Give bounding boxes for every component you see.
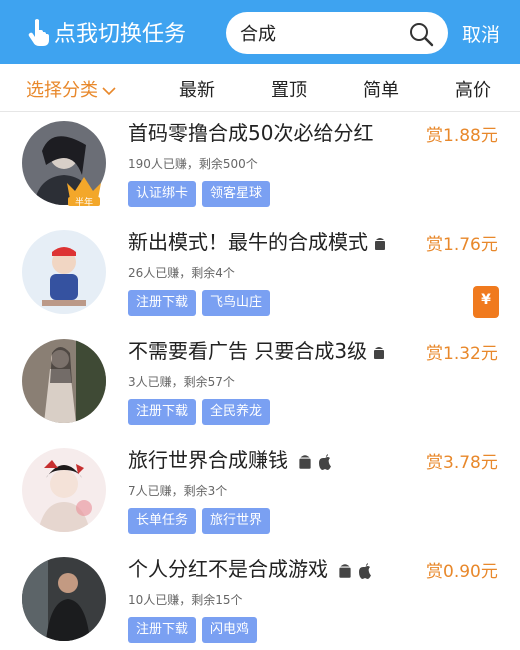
task-tags: 注册下载 全民养龙 — [128, 399, 271, 425]
task-meta: 10人已赚，剩余15个 — [128, 593, 243, 607]
task-tag: 认证绑卡 — [128, 181, 197, 207]
task-tag: 注册下载 — [128, 290, 197, 316]
search-box[interactable] — [226, 12, 448, 54]
avatar — [22, 339, 106, 423]
task-item[interactable]: 旅行世界合成赚钱 7人已赚，剩余3个 长单任务 旅行世界 赏3.78元 — [0, 440, 520, 549]
task-meta: 26人已赚，剩余4个 — [128, 266, 235, 280]
task-tag: 旅行世界 — [202, 508, 271, 534]
top-header: 点我切换任务 取消 — [0, 0, 520, 64]
task-tags: 认证绑卡 领客星球 — [128, 181, 271, 207]
task-tag: 领客星球 — [202, 181, 271, 207]
cancel-button[interactable]: 取消 — [462, 20, 500, 47]
task-reward: 赏3.78元 — [426, 453, 498, 473]
task-tag: 全民养龙 — [202, 399, 271, 425]
task-tag: 注册下载 — [128, 399, 197, 425]
pointer-hand-icon — [28, 19, 49, 46]
task-title: 首码零撸合成50次必给分红 — [128, 121, 374, 145]
task-meta: 190人已赚，剩余500个 — [128, 157, 258, 171]
switch-task-label: 点我切换任务 — [54, 22, 187, 47]
android-icon — [339, 563, 351, 578]
filter-tabs: 选择分类 最新 置顶 简单 高价 — [0, 64, 520, 112]
task-title-text: 不需要看广告 只要合成3级 — [128, 339, 368, 363]
task-item[interactable]: 个人分红不是合成游戏 10人已赚，剩余15个 注册下载 闪电鸡 赏0.90元 — [0, 549, 520, 650]
task-reward: 赏1.76元 — [426, 235, 498, 255]
crown-badge-label: 半年 — [75, 196, 93, 207]
search-icon[interactable] — [408, 21, 434, 47]
task-tag: 长单任务 — [128, 508, 197, 534]
tab-simple[interactable]: 简单 — [363, 76, 399, 102]
apple-icon — [319, 453, 331, 470]
avatar — [22, 448, 106, 532]
task-title-text: 旅行世界合成赚钱 — [128, 448, 288, 472]
tab-pinned[interactable]: 置顶 — [271, 76, 307, 102]
task-item[interactable]: 不需要看广告 只要合成3级 3人已赚，剩余57个 注册下载 全民养龙 赏1.32… — [0, 331, 520, 440]
task-reward: 赏1.88元 — [426, 126, 498, 146]
task-tags: 注册下载 闪电鸡 — [128, 617, 258, 643]
task-title: 新出模式！最牛的合成模式 — [128, 226, 414, 255]
task-tags: 长单任务 旅行世界 — [128, 508, 271, 534]
tab-latest[interactable]: 最新 — [179, 76, 215, 102]
tab-high-price[interactable]: 高价 — [455, 76, 491, 102]
android-icon — [299, 454, 311, 469]
task-item[interactable]: 半年 首码零撸合成50次必给分红 190人已赚，剩余500个 认证绑卡 领客星球… — [0, 113, 520, 222]
avatar — [22, 557, 106, 641]
task-reward: 赏0.90元 — [426, 562, 498, 582]
task-tag: 闪电鸡 — [202, 617, 258, 643]
crown-badge-icon: 半年 — [67, 177, 101, 207]
chevron-down-icon — [102, 87, 116, 96]
task-title: 旅行世界合成赚钱 — [128, 444, 414, 473]
task-tag: 飞鸟山庄 — [202, 290, 271, 316]
apple-icon — [359, 562, 371, 579]
task-title: 不需要看广告 只要合成3级 — [128, 335, 414, 364]
search-input[interactable] — [240, 12, 400, 54]
avatar — [22, 230, 106, 314]
task-meta: 7人已赚，剩余3个 — [128, 484, 228, 498]
task-title-text: 个人分红不是合成游戏 — [128, 557, 328, 581]
task-tags: 注册下载 飞鸟山庄 — [128, 290, 271, 316]
tab-category-label: 选择分类 — [26, 80, 98, 101]
switch-task-button[interactable]: 点我切换任务 — [28, 14, 186, 50]
red-packet-symbol: ¥ — [481, 292, 491, 308]
android-icon — [375, 237, 385, 250]
task-title: 个人分红不是合成游戏 — [128, 553, 414, 582]
tab-category[interactable]: 选择分类 — [26, 76, 116, 102]
task-meta: 3人已赚，剩余57个 — [128, 375, 235, 389]
task-tag: 注册下载 — [128, 617, 197, 643]
task-title-text: 新出模式！最牛的合成模式 — [128, 230, 368, 254]
task-item[interactable]: 新出模式！最牛的合成模式 26人已赚，剩余4个 注册下载 飞鸟山庄 赏1.76元 — [0, 222, 520, 331]
red-packet-icon[interactable]: ¥ — [473, 286, 499, 318]
android-icon — [374, 346, 385, 359]
task-reward: 赏1.32元 — [426, 344, 498, 364]
